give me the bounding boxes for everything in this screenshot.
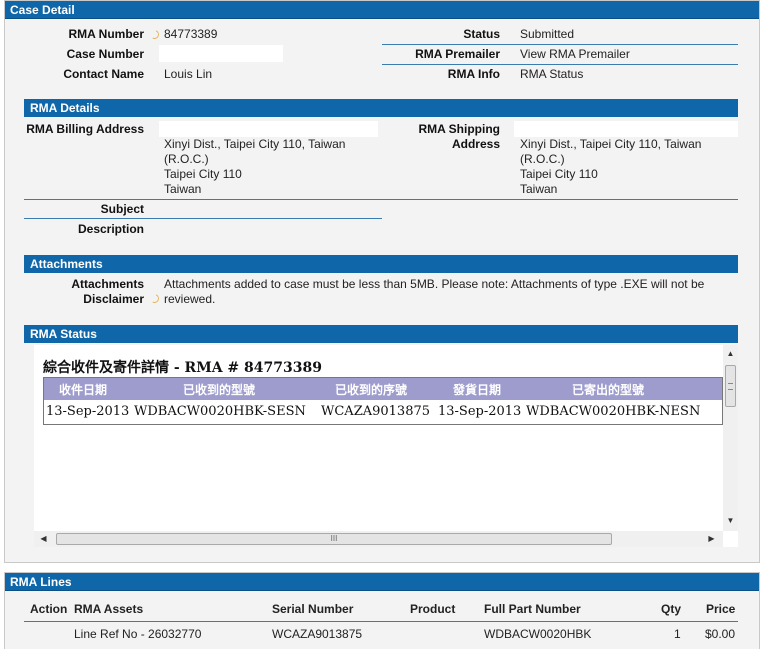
status-label: Status xyxy=(463,27,500,41)
scroll-up-icon[interactable]: ▲ xyxy=(723,348,738,360)
rma-lines-header: RMA Lines xyxy=(5,573,759,591)
contact-name-label: Contact Name xyxy=(63,67,144,81)
column-header: 已收到的型號 xyxy=(183,383,256,397)
price-cell: $0.00 xyxy=(705,627,736,641)
horizontal-scrollbar[interactable]: ◀ III ▶ xyxy=(34,531,723,547)
column-header: Price xyxy=(706,602,736,616)
rma-number-label: RMA Number xyxy=(68,27,144,41)
divider xyxy=(382,64,738,65)
horizontal-scroll-thumb[interactable]: III xyxy=(56,533,612,545)
column-header: 收件日期 xyxy=(59,383,108,397)
rma-status-table: 收件日期 已收到的型號 已收到的序號 發貨日期 已寄出的型號 13-Sep-20… xyxy=(43,377,723,425)
shipping-address-line: Taipei City 110 xyxy=(520,167,598,181)
column-header: Serial Number xyxy=(272,602,354,616)
column-header: 已收到的序號 xyxy=(335,383,408,397)
column-header: 已寄出的型號 xyxy=(572,383,645,397)
subject-label: Subject xyxy=(100,202,144,216)
vertical-scrollbar[interactable]: ▲ ▼ xyxy=(723,345,738,531)
scroll-right-icon[interactable]: ▶ xyxy=(704,533,719,545)
table-cell: 13-Sep-2013 xyxy=(438,404,522,419)
vertical-scroll-thumb[interactable] xyxy=(725,365,736,407)
table-row: Line Ref No - 26032770 WCAZA9013875 WDBA… xyxy=(0,627,763,643)
shipping-address-box xyxy=(514,121,738,137)
rma-premailer-label: RMA Premailer xyxy=(415,47,500,61)
rma-status-frame[interactable]: 綜合收件及寄件詳情 - RMA # 84773389 收件日期 已收到的型號 已… xyxy=(34,345,738,547)
table-row: 13-Sep-2013 WDBACW0020HBK-SESN WCAZA9013… xyxy=(44,400,722,424)
shipping-address-label: RMA Shipping Address xyxy=(418,122,500,151)
attachments-header: Attachments xyxy=(24,255,738,273)
qty-cell: 1 xyxy=(674,627,681,641)
billing-address-label: RMA Billing Address xyxy=(26,122,144,136)
rma-number-value: 84773389 xyxy=(164,27,218,41)
table-cell: WDBACW0020HBK-NESN xyxy=(526,404,701,419)
case-number-label: Case Number xyxy=(66,47,144,61)
description-label: Description xyxy=(77,222,144,236)
attachments-disclaimer-label: Attachments Disclaimer xyxy=(71,277,144,306)
rma-details-header: RMA Details xyxy=(24,99,738,117)
scroll-left-icon[interactable]: ◀ xyxy=(36,533,51,545)
table-cell: 13-Sep-2013 xyxy=(46,404,130,419)
table-cell: WCAZA9013875 xyxy=(321,404,431,419)
rma-status-header: RMA Status xyxy=(24,325,738,343)
column-header: Full Part Number xyxy=(484,602,581,616)
rma-asset-cell: Line Ref No - 26032770 xyxy=(74,627,202,641)
shipping-address-line: Xinyi Dist., Taipei City 110, Taiwan xyxy=(520,137,702,151)
divider xyxy=(24,199,738,200)
billing-address-line: (R.O.C.) xyxy=(164,152,209,166)
attachments-disclaimer-text: Attachments added to case must be less t… xyxy=(164,277,705,306)
view-rma-premailer-link[interactable]: View RMA Premailer xyxy=(520,47,630,61)
serial-number-cell: WCAZA9013875 xyxy=(272,627,363,641)
billing-address-line: Xinyi Dist., Taipei City 110, Taiwan xyxy=(164,137,346,151)
rma-status-frame-title: 綜合收件及寄件詳情 - RMA # 84773389 xyxy=(43,360,322,376)
rma-status-link[interactable]: RMA Status xyxy=(520,67,583,81)
full-part-number-cell: WDBACW0020HBK xyxy=(484,627,592,641)
scroll-down-icon[interactable]: ▼ xyxy=(723,515,738,527)
column-header: Qty xyxy=(661,602,682,616)
column-header: Action xyxy=(30,602,68,616)
divider xyxy=(24,621,738,622)
column-header: Product xyxy=(410,602,456,616)
column-header: RMA Assets xyxy=(74,602,144,616)
billing-address-line: Taiwan xyxy=(164,182,202,196)
rma-info-label: RMA Info xyxy=(447,67,500,81)
rma-lines-table-header: Action RMA Assets Serial Number Product … xyxy=(0,602,763,618)
billing-address-box xyxy=(159,121,378,137)
table-cell: WDBACW0020HBK-SESN xyxy=(134,404,306,419)
shipping-address-line: Taiwan xyxy=(520,182,558,196)
case-detail-header: Case Detail xyxy=(5,1,759,19)
divider xyxy=(382,44,738,45)
billing-address-line: Taipei City 110 xyxy=(164,167,242,181)
status-value: Submitted xyxy=(520,27,575,41)
column-header: 發貨日期 xyxy=(453,383,502,397)
case-number-field xyxy=(159,45,283,62)
table-header: 收件日期 已收到的型號 已收到的序號 發貨日期 已寄出的型號 xyxy=(44,378,722,400)
shipping-address-line: (R.O.C.) xyxy=(520,152,565,166)
divider xyxy=(24,218,382,219)
contact-name-value: Louis Lin xyxy=(164,67,213,81)
